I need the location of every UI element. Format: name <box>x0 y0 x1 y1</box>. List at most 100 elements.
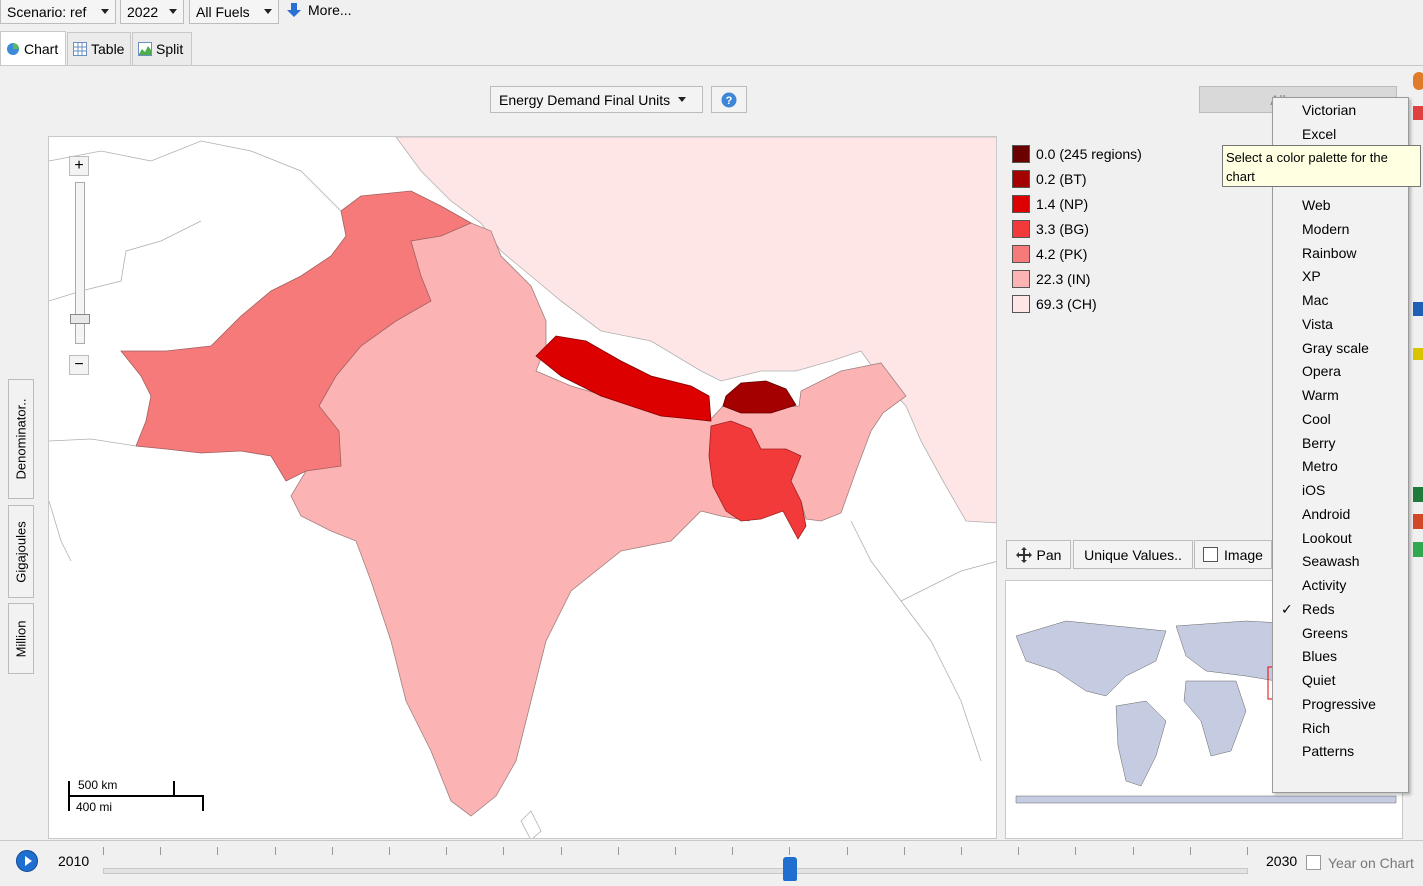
fuel-dropdown[interactable]: All Fuels <box>189 0 279 24</box>
palette-option-opera[interactable]: Opera <box>1302 360 1341 382</box>
scenario-dropdown[interactable]: Scenario: ref <box>0 0 116 24</box>
legend-swatch <box>1012 195 1030 213</box>
chevron-down-icon <box>169 9 177 14</box>
powerpoint-icon[interactable] <box>1413 514 1423 529</box>
legend-swatch <box>1012 270 1030 288</box>
palette-option-android[interactable]: Android <box>1302 503 1350 525</box>
legend-item: 69.3 (CH) <box>1012 294 1097 314</box>
move-icon <box>1015 546 1032 563</box>
palette-option-gray-scale[interactable]: Gray scale <box>1302 337 1369 359</box>
map-view[interactable]: + − 500 km 400 mi <box>48 136 997 839</box>
unique-values-label: Unique Values.. <box>1084 546 1182 563</box>
image-toggle[interactable]: Image <box>1194 540 1272 569</box>
palette-option-patterns[interactable]: Patterns <box>1302 740 1354 762</box>
chart-type-icon[interactable] <box>1413 106 1423 120</box>
timeline-tick <box>846 847 848 855</box>
legend-label: 0.0 (245 regions) <box>1036 146 1142 162</box>
palette-option-reds[interactable]: Reds <box>1302 598 1335 620</box>
help-button[interactable]: ? <box>711 86 747 113</box>
plus-icon: + <box>74 157 84 174</box>
timeline-track[interactable] <box>103 868 1248 874</box>
palette-option-excel[interactable]: Excel <box>1302 123 1336 145</box>
year-label: 2022 <box>127 3 159 20</box>
legend-swatch <box>1012 220 1030 238</box>
tab-chart[interactable]: Chart <box>0 31 66 66</box>
palette-option-modern[interactable]: Modern <box>1302 218 1349 240</box>
region-sri-lanka[interactable] <box>520 810 542 839</box>
side-tab-million[interactable]: Million <box>8 603 34 674</box>
tab-label: Chart <box>24 41 59 57</box>
legend-swatch <box>1012 245 1030 263</box>
timeline-tick <box>1132 847 1134 855</box>
unique-values-button[interactable]: Unique Values.. <box>1073 540 1193 569</box>
side-tab-gigajoules[interactable]: Gigajoules <box>8 505 34 598</box>
tab-split[interactable]: Split <box>132 32 192 65</box>
excel-icon[interactable] <box>1413 487 1423 502</box>
timeline-tick <box>675 847 676 855</box>
palette-icon[interactable] <box>1413 72 1423 90</box>
flag-icon[interactable] <box>1413 302 1423 316</box>
legend-item: 22.3 (IN) <box>1012 269 1090 289</box>
timeline-tick <box>1018 847 1020 855</box>
palette-option-quiet[interactable]: Quiet <box>1302 669 1335 691</box>
palette-option-blues[interactable]: Blues <box>1302 645 1337 667</box>
timeline-thumb[interactable] <box>783 857 797 881</box>
tab-table[interactable]: Table <box>67 32 131 65</box>
scale-bar: 500 km 400 mi <box>68 778 204 814</box>
pan-label: Pan <box>1036 546 1062 563</box>
timeline-tick <box>1247 847 1248 855</box>
more-button[interactable]: More... <box>286 2 352 18</box>
side-tab-denominator[interactable]: Denominator.. <box>8 379 34 499</box>
palette-option-mac[interactable]: Mac <box>1302 289 1328 311</box>
palette-option-vista[interactable]: Vista <box>1302 313 1333 335</box>
palette-option-victorian[interactable]: Victorian <box>1302 99 1356 121</box>
timeline-tick <box>903 847 905 855</box>
split-icon <box>138 42 152 56</box>
palette-option-ios[interactable]: iOS <box>1302 479 1325 501</box>
question-icon: ? <box>721 92 737 107</box>
palette-option-cool[interactable]: Cool <box>1302 408 1331 430</box>
palette-option-warm[interactable]: Warm <box>1302 384 1339 406</box>
pan-button[interactable]: Pan <box>1006 540 1071 569</box>
zoom-out-button[interactable]: − <box>69 355 89 375</box>
legend-item: 0.2 (BT) <box>1012 169 1087 189</box>
timeline-bar <box>0 840 1423 886</box>
palette-option-xp[interactable]: XP <box>1302 265 1321 287</box>
year-dropdown[interactable]: 2022 <box>120 0 184 24</box>
palette-option-activity[interactable]: Activity <box>1302 574 1346 596</box>
units-dropdown[interactable]: Energy Demand Final Units <box>490 86 703 113</box>
palette-menu <box>1272 97 1409 793</box>
legend-item: 4.2 (PK) <box>1012 244 1087 264</box>
palette-option-rich[interactable]: Rich <box>1302 717 1330 739</box>
timeline-tick <box>1189 847 1191 855</box>
legend-item: 1.4 (NP) <box>1012 194 1088 214</box>
timeline-tick <box>1075 847 1077 855</box>
zoom-handle[interactable] <box>70 314 90 324</box>
minus-icon: − <box>74 356 84 373</box>
region-bhutan[interactable] <box>722 380 797 414</box>
zoom-in-button[interactable]: + <box>69 156 89 176</box>
timeline-tick <box>446 847 448 855</box>
legend-label: 4.2 (PK) <box>1036 246 1088 262</box>
play-button[interactable] <box>16 850 38 872</box>
table-icon <box>73 42 87 56</box>
chart-icon <box>7 43 19 55</box>
play-icon <box>25 856 32 866</box>
legend-label: 3.3 (BG) <box>1036 221 1089 237</box>
palette-option-seawash[interactable]: Seawash <box>1302 550 1360 572</box>
palette-option-greens[interactable]: Greens <box>1302 622 1348 644</box>
export-icon[interactable] <box>1413 542 1423 557</box>
palette-option-progressive[interactable]: Progressive <box>1302 693 1376 715</box>
palette-option-rainbow[interactable]: Rainbow <box>1302 242 1356 264</box>
palette-option-berry[interactable]: Berry <box>1302 432 1335 454</box>
palette-option-lookout[interactable]: Lookout <box>1302 527 1352 549</box>
palette-option-web[interactable]: Web <box>1302 194 1331 216</box>
legend-label: 1.4 (NP) <box>1036 196 1089 212</box>
image-checkbox[interactable] <box>1203 547 1219 562</box>
year-on-chart-checkbox[interactable] <box>1306 855 1321 870</box>
number-icon[interactable] <box>1413 348 1423 360</box>
choropleth-map[interactable] <box>49 137 997 839</box>
chevron-down-icon <box>101 9 109 14</box>
palette-option-metro[interactable]: Metro <box>1302 455 1338 477</box>
image-label: Image <box>1224 546 1263 563</box>
